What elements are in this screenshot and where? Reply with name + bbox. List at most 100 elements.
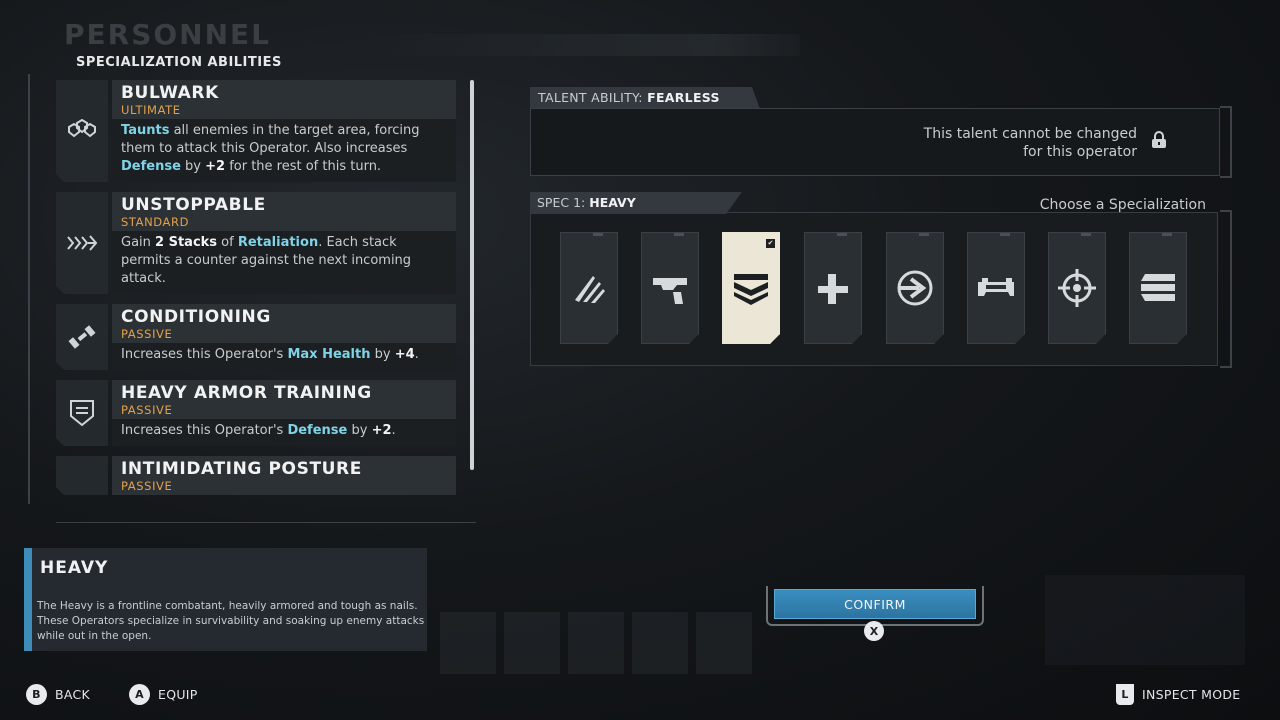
ability-name: HEAVY ARMOR TRAINING xyxy=(121,383,372,403)
spec-option-card[interactable] xyxy=(967,232,1025,344)
ability-description: Increases this Operator's Defense by +2. xyxy=(112,419,456,446)
spec-option-card[interactable] xyxy=(1048,232,1106,344)
screen-title: PERSONNEL xyxy=(64,18,272,51)
ability-description-fragment: by xyxy=(370,347,395,362)
chevrons-burst-icon xyxy=(56,192,108,294)
confirm-button[interactable]: CONFIRM xyxy=(774,589,976,619)
armor-shield-icon xyxy=(56,380,108,446)
ability-type: PASSIVE xyxy=(121,403,173,417)
card-pip xyxy=(919,233,929,236)
ability-description-fragment: by xyxy=(180,159,206,174)
card-pip xyxy=(1162,233,1172,236)
spec-choose-prompt: Choose a Specialization xyxy=(1039,197,1206,213)
stacked-bars-icon xyxy=(1139,270,1177,306)
specialization-panel xyxy=(530,212,1218,366)
ability-description-fragment: +2 xyxy=(205,159,226,174)
talent-locked-message: This talent cannot be changed for this o… xyxy=(924,125,1137,161)
engineer-tool-icon xyxy=(976,270,1016,306)
ability-description-fragment: Max Health xyxy=(287,347,371,362)
top-tab-bar xyxy=(370,34,800,56)
spec-option-card[interactable]: ✔ xyxy=(722,232,780,344)
ability-description-fragment: Defense xyxy=(287,423,348,438)
card-pip xyxy=(593,233,603,236)
card-pip xyxy=(837,233,847,236)
spec-tab: SPEC 1: HEAVY xyxy=(530,192,742,214)
ability-name: CONDITIONING xyxy=(121,307,271,327)
portrait xyxy=(568,612,624,674)
spec-option-card[interactable] xyxy=(560,232,618,344)
ability-description-fragment: Gain xyxy=(121,235,156,250)
ability-description-fragment: Increases this Operator's xyxy=(121,423,288,438)
chevron-shield-icon xyxy=(732,270,770,306)
ability-name: BULWARK xyxy=(121,83,219,103)
ability-description-fragment: for the rest of this turn. xyxy=(225,159,382,174)
selected-check-icon: ✔ xyxy=(767,239,774,247)
ability-description-fragment: by xyxy=(347,423,372,438)
ability-description-fragment: +2 xyxy=(371,423,392,438)
shields-icon xyxy=(56,80,108,182)
ability-description-fragment: Defense xyxy=(121,159,181,174)
class-description: The Heavy is a frontline combatant, heav… xyxy=(37,600,425,642)
ability-description: Taunts all enemies in the target area, f… xyxy=(112,119,456,182)
gunslinger-icon xyxy=(651,270,689,306)
inspect-mode-button[interactable]: L INSPECT MODE xyxy=(1116,684,1241,705)
talent-message-line: for this operator xyxy=(1023,144,1137,160)
portrait xyxy=(504,612,560,674)
x-button-prompt: X xyxy=(864,621,884,641)
ability-type: PASSIVE xyxy=(121,479,173,493)
spec-frame-bracket xyxy=(1220,210,1232,368)
spec-name: HEAVY xyxy=(589,195,636,210)
portrait xyxy=(696,612,752,674)
ability-type: PASSIVE xyxy=(121,327,173,341)
ability-card: HEAVY ARMOR TRAINING PASSIVE Increases t… xyxy=(56,380,456,446)
left-frame-bracket xyxy=(28,74,38,504)
lock-icon xyxy=(1151,131,1167,153)
portrait xyxy=(632,612,688,674)
ability-card: INTIMIDATING POSTURE PASSIVE xyxy=(56,456,456,495)
equip-label: EQUIP xyxy=(158,687,198,702)
spec-label: SPEC 1: xyxy=(537,195,586,210)
b-button-icon: B xyxy=(26,684,47,705)
ability-name: INTIMIDATING POSTURE xyxy=(121,459,362,479)
spec-option-card[interactable] xyxy=(641,232,699,344)
spec-option-card[interactable] xyxy=(1129,232,1187,344)
class-info-panel: HEAVY The Heavy is a frontline combatant… xyxy=(24,548,427,651)
ability-type: ULTIMATE xyxy=(121,103,181,117)
card-pip xyxy=(1000,233,1010,236)
inspect-mode-label: INSPECT MODE xyxy=(1142,687,1241,702)
card-pip xyxy=(674,233,684,236)
ability-description-fragment: . xyxy=(414,347,419,362)
back-label: BACK xyxy=(55,687,91,702)
crosshair-icon xyxy=(1057,268,1097,308)
medic-cross-icon xyxy=(814,270,852,306)
card-pip xyxy=(1081,233,1091,236)
class-name: HEAVY xyxy=(40,558,109,578)
ability-description-fragment: of xyxy=(217,235,238,250)
ability-type: STANDARD xyxy=(121,215,190,229)
l-trigger-icon: L xyxy=(1116,684,1134,705)
talent-frame-bracket xyxy=(1220,106,1232,178)
focus-points-panel-background xyxy=(1045,575,1245,665)
ability-list-scrollbar[interactable] xyxy=(470,80,474,470)
ability-description-fragment: +4 xyxy=(394,347,415,362)
talent-panel: This talent cannot be changed for this o… xyxy=(530,108,1220,176)
back-button[interactable]: B BACK xyxy=(26,684,90,705)
ability-description: Increases this Operator's Max Health by … xyxy=(112,343,456,370)
talent-label: TALENT ABILITY: xyxy=(538,90,643,105)
ability-card: CONDITIONING PASSIVE Increases this Oper… xyxy=(56,304,456,370)
arrow-circle-icon xyxy=(896,270,934,306)
a-button-icon: A xyxy=(129,684,150,705)
talent-message-line: This talent cannot be changed xyxy=(923,126,1137,142)
divider xyxy=(56,522,476,523)
equip-button[interactable]: A EQUIP xyxy=(129,684,198,705)
ability-description-fragment: Retaliation xyxy=(237,235,319,250)
ability-list[interactable]: BULWARK ULTIMATE Taunts all enemies in t… xyxy=(56,80,456,518)
spec-option-card[interactable] xyxy=(804,232,862,344)
section-title: SPECIALIZATION ABILITIES xyxy=(76,55,282,70)
ability-icon xyxy=(56,456,108,495)
talent-ability-tab: TALENT ABILITY: FEARLESS LEADER xyxy=(530,87,760,109)
ability-card: UNSTOPPABLE STANDARD Gain 2 Stacks of Re… xyxy=(56,192,456,294)
ability-description-fragment: Increases this Operator's xyxy=(121,347,288,362)
spec-option-card[interactable] xyxy=(886,232,944,344)
ability-card: BULWARK ULTIMATE Taunts all enemies in t… xyxy=(56,80,456,182)
